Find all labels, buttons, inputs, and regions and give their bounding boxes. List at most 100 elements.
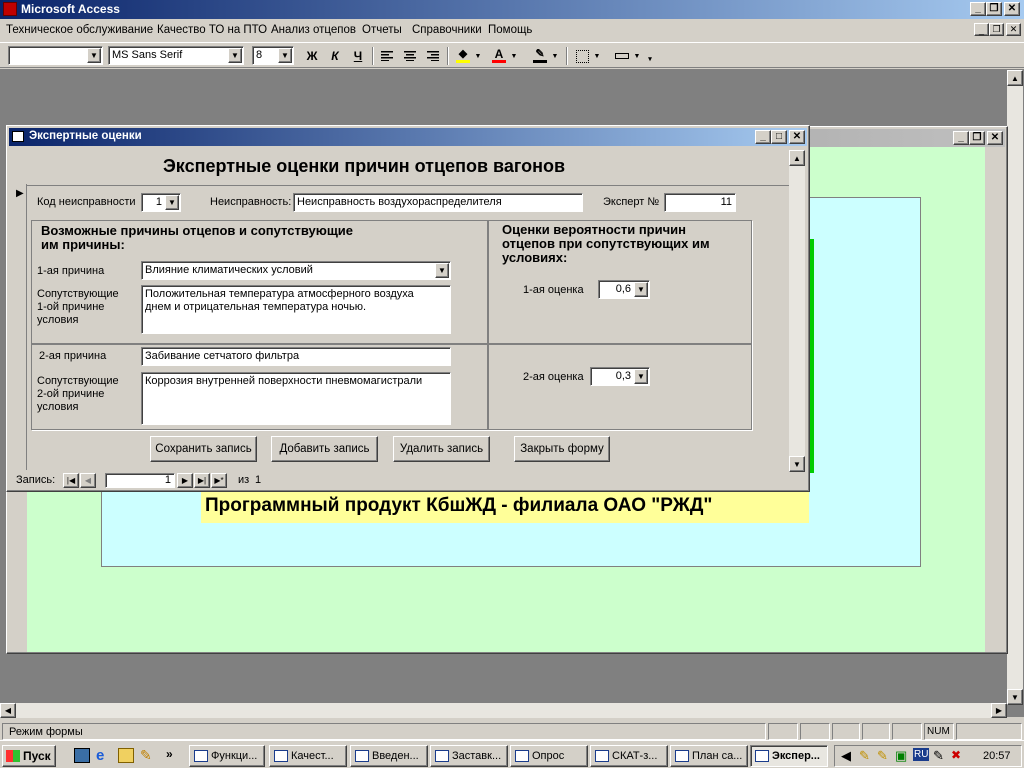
restore-button[interactable]: ❐ [986, 2, 1002, 16]
chevron-down-icon[interactable]: ▼ [228, 48, 242, 63]
mdi-vscroll-up[interactable]: ▲ [1007, 70, 1023, 86]
language-indicator[interactable]: RU [913, 748, 930, 761]
mdi-hscroll-left[interactable]: ◀ [0, 703, 16, 718]
chevron-down-icon[interactable]: ▼ [634, 369, 648, 384]
first-record-icon[interactable]: |◀ [63, 473, 79, 488]
fill-color-icon[interactable]: ◆ [453, 47, 473, 65]
minimize-button[interactable]: _ [970, 2, 986, 16]
quick-launch-desktop-icon[interactable] [74, 748, 90, 763]
expert-form-title-bar: Экспертные оценки [9, 128, 807, 146]
cause1-combo[interactable]: Влияние климатических условий ▼ [141, 261, 451, 280]
menu-help[interactable]: Помощь [488, 21, 532, 39]
tray-app-icon[interactable]: ✎ [859, 748, 870, 764]
align-right-icon[interactable] [424, 47, 442, 65]
quick-launch-outlook-icon[interactable] [118, 748, 134, 763]
expert-form-title: Экспертные оценки [29, 130, 142, 142]
font-name-select[interactable]: MS Sans Serif ▼ [108, 46, 244, 65]
form-close-button[interactable]: ✕ [789, 130, 805, 144]
network-icon[interactable]: ▣ [895, 748, 907, 764]
access-key-icon [3, 2, 17, 16]
form-vscroll-up[interactable]: ▲ [789, 150, 805, 166]
task-label-4: Заставк... [452, 750, 502, 762]
menu-quality[interactable]: Качество ТО на ПТО [157, 21, 267, 39]
mdi-vscroll-track[interactable] [1007, 86, 1023, 689]
close-form-button[interactable]: Закрыть форму [514, 436, 610, 462]
chevron-down-icon[interactable]: ▼ [474, 47, 482, 65]
quick-launch-ie-icon[interactable]: e [96, 748, 112, 763]
mdi-minimize-button[interactable]: _ [974, 23, 989, 36]
chevron-down-icon[interactable]: ▼ [551, 47, 559, 65]
network-disconnected-icon[interactable]: ✖ [951, 748, 961, 762]
menu-reports[interactable]: Отчеты [362, 21, 402, 39]
expert-field[interactable]: 11 [664, 193, 736, 212]
menu-analysis[interactable]: Анализ отцепов [271, 21, 356, 39]
current-record-field[interactable]: 1 [105, 473, 175, 488]
form-maximize-button[interactable]: □ [771, 130, 787, 144]
task-button-6[interactable]: СКАТ-з... [590, 745, 668, 767]
save-record-button[interactable]: Сохранить запись [150, 436, 257, 462]
menu-maintenance[interactable]: Техническое обслуживание [6, 21, 153, 39]
task-button-1[interactable]: Функци... [189, 745, 265, 767]
chevron-down-icon[interactable]: ▼ [87, 48, 101, 63]
align-left-icon[interactable] [378, 47, 396, 65]
delete-record-button[interactable]: Удалить запись [393, 436, 490, 462]
fault-field[interactable]: Неисправность воздухораспределителя [293, 193, 583, 212]
font-color-icon[interactable]: A [489, 47, 509, 65]
mdi-vscroll-down[interactable]: ▼ [1007, 689, 1023, 705]
form-vscroll-track[interactable] [789, 166, 805, 456]
mdi-restore-button[interactable]: ❐ [989, 23, 1004, 36]
score2-combo[interactable]: 0,3 ▼ [590, 367, 650, 386]
bg-close-button[interactable]: ✕ [987, 131, 1003, 145]
align-center-icon[interactable] [401, 47, 419, 65]
previous-record-icon[interactable]: ◀ [80, 473, 96, 488]
tray-app-icon[interactable]: ✎ [933, 748, 944, 764]
chevron-down-icon[interactable]: ▾ [646, 53, 654, 65]
form-minimize-button[interactable]: _ [755, 130, 771, 144]
next-record-icon[interactable]: ▶ [177, 473, 193, 488]
chevron-down-icon[interactable]: ▼ [510, 47, 518, 65]
start-button[interactable]: Пуск [2, 745, 56, 767]
close-button[interactable]: ✕ [1004, 2, 1020, 16]
border-width-icon[interactable] [572, 47, 592, 65]
italic-button[interactable]: К [326, 47, 344, 65]
chevron-down-icon[interactable]: ▼ [165, 195, 179, 210]
bg-restore-button[interactable]: ❐ [969, 131, 985, 145]
task-button-4[interactable]: Заставк... [430, 745, 508, 767]
menu-references[interactable]: Справочники [412, 21, 482, 39]
cond1-textarea[interactable]: Положительная температура атмосферного в… [141, 285, 451, 334]
chevron-down-icon[interactable]: ▼ [593, 47, 601, 65]
add-record-button[interactable]: Добавить запись [271, 436, 378, 462]
chevron-down-icon[interactable]: ▼ [634, 282, 648, 297]
quick-launch-app-icon[interactable]: ✎ [140, 748, 156, 763]
line-color-icon[interactable]: ✎ [530, 47, 550, 65]
chevron-down-icon[interactable]: ▼ [435, 263, 449, 278]
special-effect-icon[interactable] [612, 47, 632, 65]
cause2-field[interactable]: Забивание сетчатого фильтра [141, 347, 451, 366]
new-record-icon[interactable]: ▶* [211, 473, 227, 488]
bg-minimize-button[interactable]: _ [953, 131, 969, 145]
system-tray: ◀ ✎ ✎ ▣ RU ✎ ✖ 20:57 [834, 745, 1022, 767]
font-size-select[interactable]: 8 ▼ [252, 46, 294, 65]
form-vscroll-down[interactable]: ▼ [789, 456, 805, 472]
mdi-hscroll-track[interactable] [16, 703, 991, 718]
mdi-close-button[interactable]: ✕ [1006, 23, 1021, 36]
cond2-textarea[interactable]: Коррозия внутренней поверхности пневмома… [141, 372, 451, 425]
task-button-8-active[interactable]: Экспер... [750, 745, 828, 767]
volume-icon[interactable]: ◀ [841, 748, 851, 764]
task-button-3[interactable]: Введен... [350, 745, 428, 767]
fault-code-combo[interactable]: 1 ▼ [141, 193, 181, 212]
record-selector[interactable]: ▶ [13, 184, 27, 470]
task-button-7[interactable]: План са... [670, 745, 748, 767]
task-button-5[interactable]: Опрос [510, 745, 588, 767]
chevron-down-icon[interactable]: ▼ [278, 48, 292, 63]
quick-launch-more-icon[interactable]: » [166, 747, 173, 761]
tray-app-icon[interactable]: ✎ [877, 748, 888, 764]
score1-combo[interactable]: 0,6 ▼ [598, 280, 650, 299]
last-record-icon[interactable]: ▶| [194, 473, 210, 488]
bold-button[interactable]: Ж [303, 47, 321, 65]
underline-button[interactable]: Ч [349, 47, 367, 65]
object-select[interactable]: ▼ [8, 46, 103, 65]
chevron-down-icon[interactable]: ▼ [633, 47, 641, 65]
task-button-2[interactable]: Качест... [269, 745, 347, 767]
mdi-hscroll-right[interactable]: ▶ [991, 703, 1007, 718]
